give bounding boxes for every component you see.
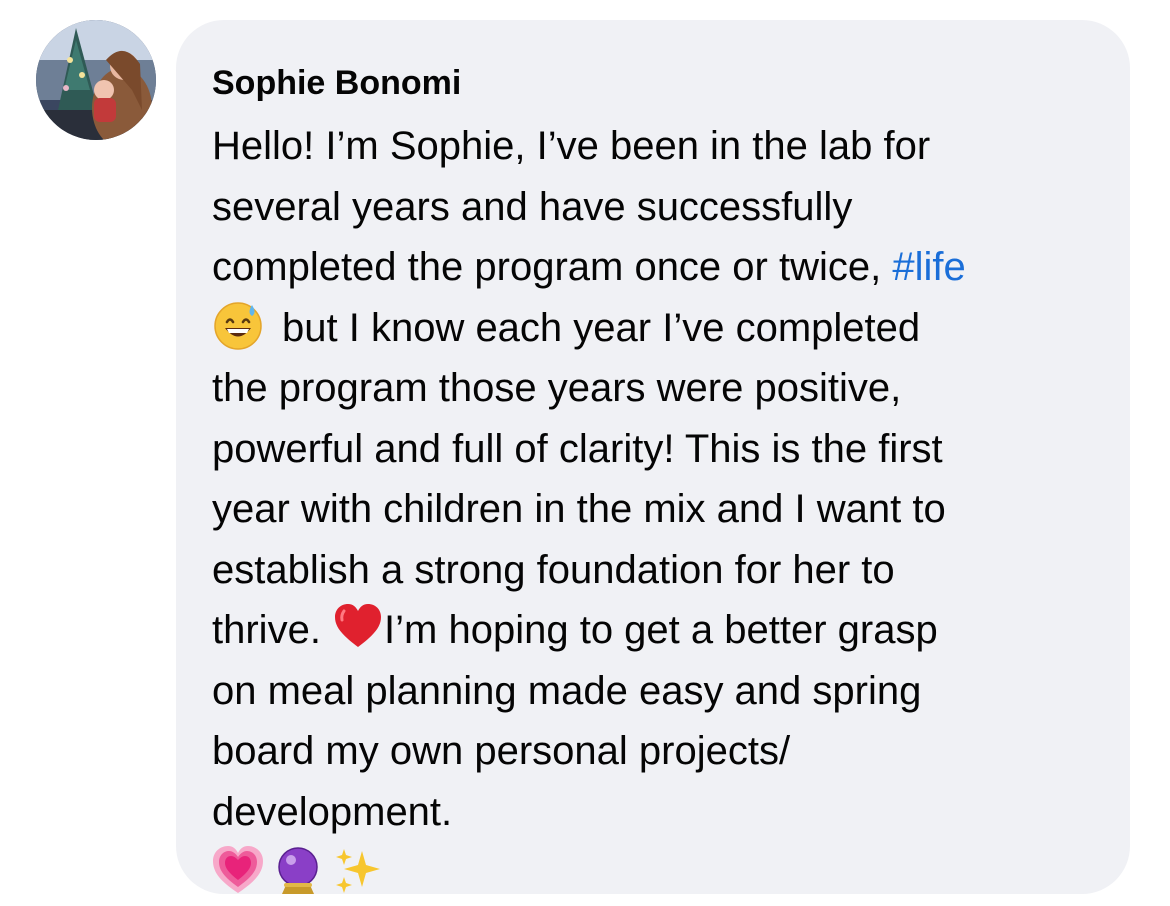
trailing-emoji-row	[212, 844, 1110, 906]
comment-line: several years and have successfully	[212, 184, 853, 229]
comment-text: completed the program once or twice,	[212, 245, 893, 289]
comment-line: development.	[212, 789, 453, 834]
grinning-face-with-sweat-icon	[212, 299, 264, 351]
comment-line: year with children in the mix and I want…	[212, 487, 946, 531]
hashtag-link[interactable]: #life	[892, 245, 965, 289]
author-avatar[interactable]	[36, 20, 156, 140]
comment-text: I’m hoping to get a better grasp	[384, 608, 938, 652]
comment-bubble: Sophie Bonomi Hello! I’m Sophie, I’ve be…	[176, 20, 1130, 894]
comment-line: establish a strong foundation for her to	[212, 547, 895, 592]
comment-line: but I know each year I’ve completed	[212, 298, 1110, 359]
comment-line: the program those years were positive,	[212, 366, 902, 410]
comment-line: Hello! I’m Sophie, I’ve been in the lab …	[212, 124, 931, 168]
sparkles-icon	[332, 845, 384, 897]
comment-line: on meal planning made easy and spring	[212, 668, 922, 713]
comment-line: completed the program once or twice, #li…	[212, 237, 1110, 298]
comment-line: powerful and full of clarity! This is th…	[212, 426, 943, 471]
growing-heart-icon	[212, 845, 264, 897]
comment-line: board my own personal projects/	[212, 729, 791, 773]
red-heart-icon	[332, 601, 384, 653]
comment-text: thrive.	[212, 608, 333, 652]
comment-text: but I know each year I’ve completed	[282, 305, 921, 350]
comment-author-name[interactable]: Sophie Bonomi	[212, 62, 1110, 104]
comment-body: Hello! I’m Sophie, I’ve been in the lab …	[212, 116, 1110, 906]
comment-line: thrive. I’m hoping to get a better grasp	[212, 600, 1110, 661]
crystal-ball-icon	[272, 845, 324, 897]
